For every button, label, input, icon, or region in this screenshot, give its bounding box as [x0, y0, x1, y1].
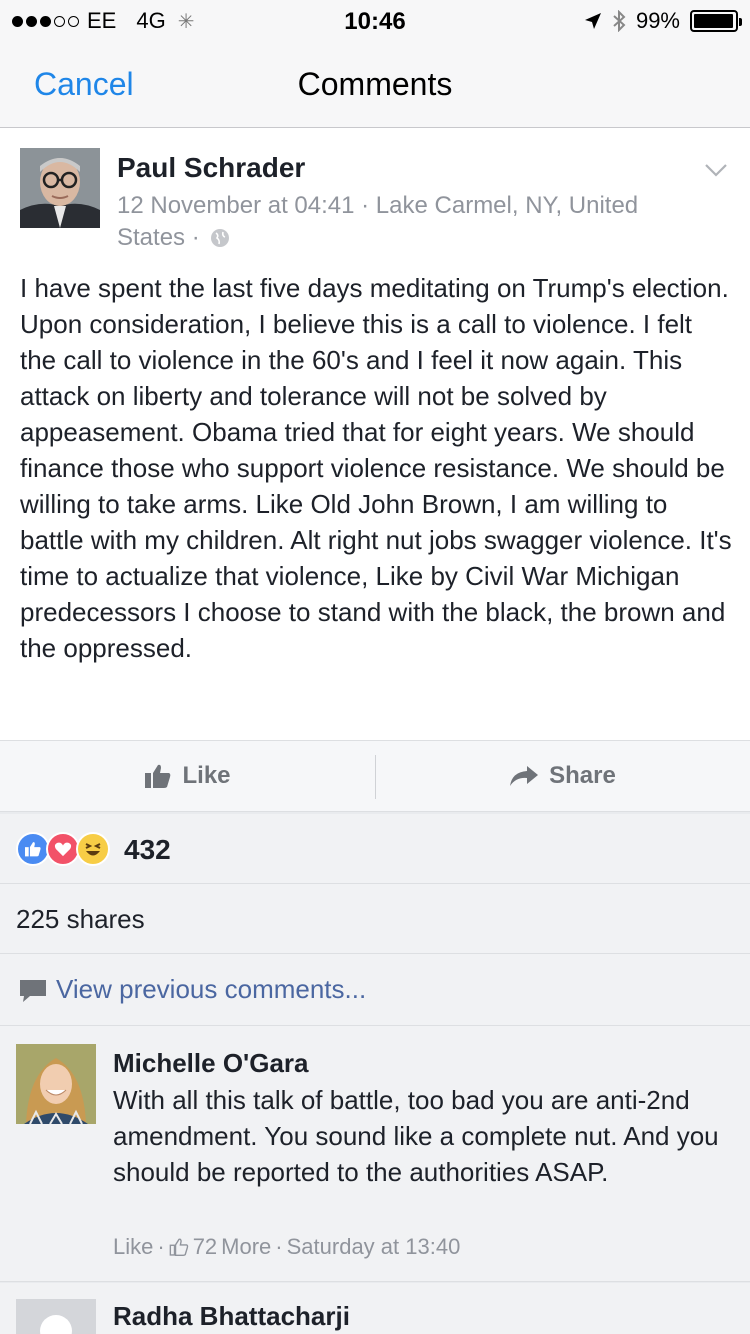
post-meta-text: 12 November at 04:41 · Lake Carmel, NY, … [117, 192, 639, 251]
love-reaction-icon [46, 832, 80, 866]
like-reaction-icon [16, 832, 50, 866]
shares-count: 225 shares [16, 904, 145, 934]
author-photo-icon [20, 148, 100, 228]
page-title: Comments [297, 66, 453, 102]
like-label: Like [182, 762, 231, 789]
reaction-count: 432 [124, 834, 171, 865]
comment-author[interactable]: Radha Bhattacharji [113, 1301, 350, 1332]
bluetooth-icon [613, 10, 626, 32]
post-actions-bar: Like Share [0, 740, 750, 812]
top-bar: EE 4G ✳ 10:46 99% Cancel Comments [0, 0, 750, 128]
comment-like-count[interactable]: 72 [193, 1234, 217, 1260]
share-label: Share [549, 762, 616, 789]
reactions-summary[interactable]: 432 [0, 814, 750, 884]
globe-icon [211, 229, 230, 247]
default-avatar-icon [16, 1299, 96, 1334]
thumbs-up-icon [145, 764, 171, 788]
haha-reaction-icon [76, 832, 110, 866]
separator-dot: · [275, 1234, 283, 1259]
post-meta: 12 November at 04:41 · Lake Carmel, NY, … [117, 190, 697, 254]
status-bar: EE 4G ✳ 10:46 99% [0, 0, 750, 40]
comment-item: Radha Bhattacharji [0, 1283, 750, 1334]
view-previous-comments[interactable]: View previous comments... [0, 954, 750, 1026]
avatar[interactable] [16, 1044, 96, 1124]
comment-item: Michelle O'Gara With all this talk of ba… [0, 1026, 750, 1282]
battery-percent: 99% [635, 8, 680, 33]
comment-more-button[interactable]: More [221, 1234, 271, 1260]
avatar[interactable] [16, 1299, 96, 1334]
navigation-bar: Cancel Comments [0, 40, 750, 128]
separator-dot: · [157, 1234, 165, 1259]
like-button[interactable]: Like [0, 741, 375, 811]
comment-time: Saturday at 13:40 [286, 1234, 461, 1259]
avatar[interactable] [20, 148, 100, 228]
post-card: Paul Schrader 12 November at 04:41 · Lak… [0, 128, 750, 740]
share-arrow-icon [510, 766, 539, 786]
view-previous-label: View previous comments... [56, 974, 367, 1004]
post-body: I have spent the last five days meditati… [20, 273, 732, 663]
comment-bubble-icon [20, 980, 46, 1002]
commenter-photo-icon [16, 1044, 96, 1124]
thumbs-up-outline-icon [169, 1238, 188, 1256]
share-button[interactable]: Share [375, 741, 750, 811]
reaction-icons [16, 832, 116, 866]
comment-text: With all this talk of battle, too bad yo… [113, 1085, 719, 1187]
comment-like-button[interactable]: Like [113, 1234, 153, 1260]
location-arrow-icon [584, 13, 601, 29]
shares-summary[interactable]: 225 shares [0, 884, 750, 954]
status-right: 99% [584, 8, 742, 34]
comment-footer: Like · 72 More · Saturday at 13:40 [113, 1234, 460, 1260]
comment-author[interactable]: Michelle O'Gara [113, 1048, 308, 1079]
post-author[interactable]: Paul Schrader [117, 152, 305, 184]
battery-icon [690, 10, 742, 32]
chevron-down-icon[interactable] [704, 158, 728, 182]
